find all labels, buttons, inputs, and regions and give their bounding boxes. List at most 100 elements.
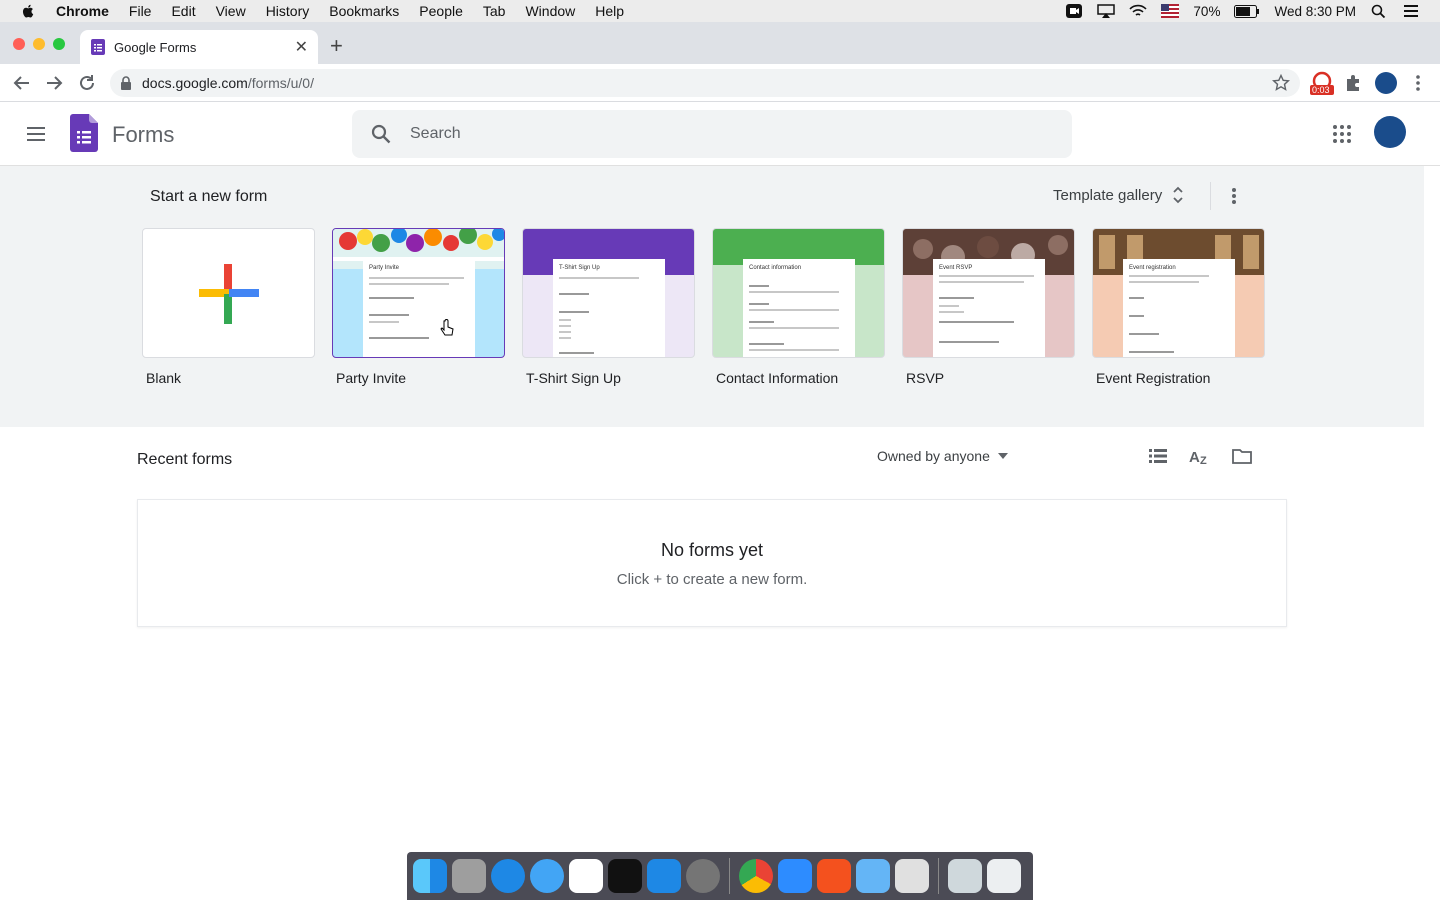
menubar-clock[interactable]: Wed 8:30 PM bbox=[1274, 4, 1356, 19]
search-icon[interactable] bbox=[370, 123, 392, 145]
menu-edit[interactable]: Edit bbox=[171, 3, 195, 19]
spotlight-search-icon[interactable] bbox=[1370, 4, 1388, 18]
zoom-app-icon[interactable] bbox=[778, 859, 812, 893]
template-blank[interactable]: Blank bbox=[142, 228, 315, 386]
template-label-blank[interactable]: Blank bbox=[146, 370, 315, 386]
template-contact-information[interactable]: Contact information Contact Information bbox=[712, 228, 885, 386]
template-gallery-label: Template gallery bbox=[1053, 186, 1163, 204]
template-thumbnail[interactable]: Event registration bbox=[1092, 228, 1265, 358]
empty-state-title: No forms yet bbox=[660, 540, 764, 560]
recent-forms-title: Recent forms bbox=[137, 451, 233, 468]
finder-app-icon[interactable] bbox=[413, 859, 447, 893]
template-event-registration[interactable]: Event registration Event Registration bbox=[1092, 228, 1265, 386]
reload-icon[interactable] bbox=[76, 72, 98, 94]
template-thumbnail[interactable]: Event RSVP bbox=[902, 228, 1075, 358]
template-party-invite[interactable]: Party Invite Party Invite bbox=[332, 228, 505, 386]
dock-divider bbox=[729, 858, 730, 894]
music-app-icon[interactable] bbox=[569, 859, 603, 893]
menu-window[interactable]: Window bbox=[525, 3, 575, 19]
template-label-rsvp[interactable]: RSVP bbox=[906, 370, 1075, 386]
screen-recorder-app-icon[interactable] bbox=[817, 859, 851, 893]
downloads-stack-icon[interactable] bbox=[948, 859, 982, 893]
template-preview-title: Event RSVP bbox=[939, 265, 973, 271]
forward-arrow-icon[interactable] bbox=[43, 72, 65, 94]
template-label-party-invite[interactable]: Party Invite bbox=[336, 370, 505, 386]
new-tab-button[interactable]: + bbox=[330, 35, 343, 57]
browser-tab-strip: Google Forms ✕ + bbox=[0, 22, 1440, 64]
menu-app-name[interactable]: Chrome bbox=[56, 3, 109, 19]
template-label-contact-information[interactable]: Contact Information bbox=[716, 370, 885, 386]
google-forms-logo[interactable] bbox=[70, 114, 98, 152]
main-menu-icon[interactable] bbox=[26, 126, 46, 142]
account-avatar[interactable] bbox=[1374, 116, 1406, 148]
notes-app-icon[interactable] bbox=[895, 859, 929, 893]
back-arrow-icon[interactable] bbox=[11, 72, 33, 94]
us-flag-icon[interactable] bbox=[1161, 4, 1180, 18]
macos-menubar: Chrome File Edit View History Bookmarks … bbox=[0, 0, 1440, 22]
unfold-icon bbox=[1173, 186, 1183, 204]
list-view-icon[interactable] bbox=[1147, 445, 1169, 467]
template-label-event-registration[interactable]: Event Registration bbox=[1096, 370, 1265, 386]
template-thumbnail[interactable]: Party Invite bbox=[332, 228, 505, 358]
airplay-icon[interactable] bbox=[1097, 4, 1116, 18]
tab-close-icon[interactable]: ✕ bbox=[295, 37, 308, 57]
menu-bookmarks[interactable]: Bookmarks bbox=[329, 3, 399, 19]
extensions-puzzle-icon[interactable] bbox=[1344, 73, 1364, 93]
menu-tab[interactable]: Tab bbox=[483, 3, 506, 19]
lock-icon[interactable] bbox=[120, 76, 132, 90]
sort-az-icon[interactable]: AZ bbox=[1189, 445, 1211, 467]
empty-state-subtitle: Click + to create a new form. bbox=[616, 571, 808, 588]
template-thumbnail[interactable]: Contact information bbox=[712, 228, 885, 358]
system-preferences-icon[interactable] bbox=[686, 859, 720, 893]
safari-app-icon[interactable] bbox=[491, 859, 525, 893]
chrome-app-icon[interactable] bbox=[739, 859, 773, 893]
template-gallery-button[interactable]: Template gallery bbox=[1053, 186, 1184, 204]
app-store-icon[interactable] bbox=[647, 859, 681, 893]
window-minimize-button[interactable] bbox=[33, 38, 45, 50]
template-tshirt-sign-up[interactable]: T-Shirt Sign Up T-Shirt Sign Up bbox=[522, 228, 695, 386]
template-preview-title: Event registration bbox=[1129, 265, 1176, 271]
apple-icon[interactable] bbox=[20, 3, 36, 19]
apple-tv-app-icon[interactable] bbox=[608, 859, 642, 893]
template-rsvp[interactable]: Event RSVP RSVP bbox=[902, 228, 1075, 386]
address-bar[interactable]: docs.google.com/forms/u/0/ bbox=[110, 69, 1300, 97]
google-apps-icon[interactable] bbox=[1332, 124, 1352, 144]
launchpad-app-icon[interactable] bbox=[452, 859, 486, 893]
dock-divider bbox=[938, 858, 939, 894]
control-center-icon[interactable] bbox=[1402, 4, 1420, 18]
browser-tab-google-forms[interactable]: Google Forms ✕ bbox=[80, 30, 318, 64]
battery-percent: 70% bbox=[1193, 3, 1221, 19]
bookmark-star-icon[interactable] bbox=[1272, 74, 1290, 92]
hand-cursor-icon bbox=[440, 319, 454, 336]
window-zoom-button[interactable] bbox=[53, 38, 65, 50]
menu-help[interactable]: Help bbox=[595, 3, 624, 19]
trash-icon[interactable] bbox=[987, 859, 1021, 893]
template-thumbnail[interactable]: T-Shirt Sign Up bbox=[522, 228, 695, 358]
search-bar[interactable] bbox=[352, 110, 1072, 158]
owner-filter-dropdown[interactable]: Owned by anyone bbox=[877, 448, 1008, 464]
template-label-tshirt-sign-up[interactable]: T-Shirt Sign Up bbox=[526, 370, 695, 386]
menu-people[interactable]: People bbox=[419, 3, 463, 19]
start-new-form-section: Start a new form Template gallery Blank bbox=[0, 166, 1424, 427]
chrome-menu-icon[interactable] bbox=[1410, 73, 1426, 93]
window-close-button[interactable] bbox=[13, 38, 25, 50]
chrome-profile-avatar[interactable] bbox=[1375, 72, 1397, 94]
wifi-icon[interactable] bbox=[1129, 4, 1148, 18]
folder-icon[interactable] bbox=[1231, 445, 1253, 467]
template-thumbnail[interactable] bbox=[142, 228, 315, 358]
extension-badge: 0:03 bbox=[1312, 85, 1330, 95]
menu-history[interactable]: History bbox=[266, 3, 310, 19]
keynote-app-icon[interactable] bbox=[856, 859, 890, 893]
timer-extension-icon[interactable]: 0:03 bbox=[1310, 71, 1334, 95]
svg-text:Z: Z bbox=[1200, 455, 1207, 467]
empty-recent-forms-card: No forms yet Click + to create a new for… bbox=[137, 499, 1287, 627]
more-options-icon[interactable] bbox=[1226, 186, 1242, 206]
messages-app-icon[interactable] bbox=[530, 859, 564, 893]
tab-title: Google Forms bbox=[114, 39, 197, 55]
screen-record-icon[interactable] bbox=[1065, 4, 1083, 18]
menu-view[interactable]: View bbox=[216, 3, 246, 19]
app-title[interactable]: Forms bbox=[112, 122, 174, 148]
search-input[interactable] bbox=[410, 125, 1010, 143]
battery-icon[interactable] bbox=[1234, 4, 1260, 18]
menu-file[interactable]: File bbox=[129, 3, 152, 19]
